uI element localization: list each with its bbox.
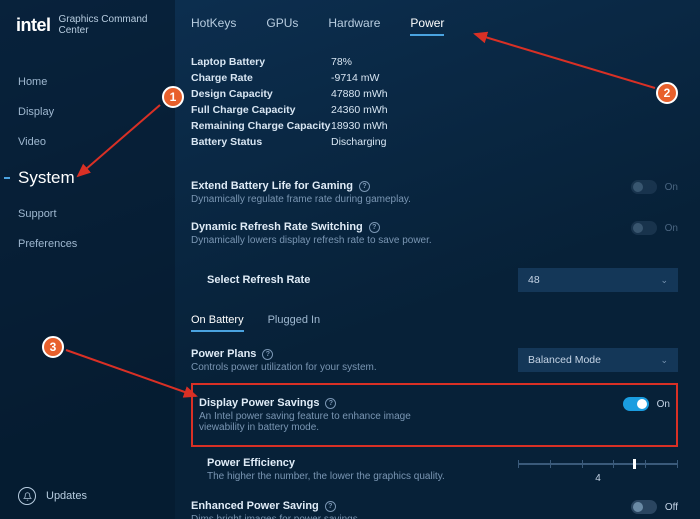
- refresh-rate-row: Select Refresh Rate 48 ⌄: [191, 254, 678, 306]
- setting-title: Power Efficiency: [207, 457, 295, 469]
- power-sub-tabs: On Battery Plugged In: [191, 306, 678, 340]
- highlight-box: Display Power Savings? An Intel power sa…: [191, 383, 678, 447]
- updates-label: Updates: [46, 490, 87, 502]
- sub-tab-on-battery[interactable]: On Battery: [191, 314, 244, 332]
- help-icon[interactable]: ?: [262, 349, 273, 360]
- setting-power-efficiency: Power Efficiency The higher the number, …: [191, 449, 678, 492]
- setting-display-power-savings: Display Power Savings? An Intel power sa…: [199, 389, 670, 441]
- top-tabs: HotKeys GPUs Hardware Power: [191, 0, 678, 46]
- tab-gpus[interactable]: GPUs: [266, 16, 298, 36]
- setting-desc: Dynamically regulate frame rate during g…: [191, 194, 451, 205]
- toggle-enhanced-power-saving[interactable]: [631, 500, 657, 514]
- sidebar-item-video[interactable]: Video: [0, 128, 175, 156]
- setting-title: Extend Battery Life for Gaming: [191, 180, 353, 192]
- setting-title: Power Plans: [191, 348, 256, 360]
- help-icon[interactable]: ?: [359, 181, 370, 192]
- sidebar-item-system[interactable]: System: [0, 158, 175, 198]
- info-value: 47880 mWh: [331, 86, 388, 102]
- help-icon[interactable]: ?: [325, 501, 336, 512]
- setting-desc: Controls power utilization for your syst…: [191, 362, 451, 373]
- slider-thumb[interactable]: [633, 459, 636, 469]
- app-root: intel Graphics Command Center Home Displ…: [0, 0, 700, 519]
- setting-title: Dynamic Refresh Rate Switching: [191, 221, 363, 233]
- setting-desc: Dims bright images for power savings.: [191, 514, 451, 519]
- sub-tab-plugged-in[interactable]: Plugged In: [268, 314, 321, 332]
- setting-desc: Dynamically lowers display refresh rate …: [191, 235, 451, 246]
- setting-dynamic-refresh: Dynamic Refresh Rate Switching? Dynamica…: [191, 213, 678, 254]
- help-icon[interactable]: ?: [325, 398, 336, 409]
- info-value: Discharging: [331, 134, 386, 150]
- info-label: Full Charge Capacity: [191, 102, 331, 118]
- sidebar-item-home[interactable]: Home: [0, 68, 175, 96]
- info-label: Charge Rate: [191, 70, 331, 86]
- help-icon[interactable]: ?: [369, 222, 380, 233]
- brand-logo: intel: [16, 15, 51, 36]
- select-value: Balanced Mode: [528, 354, 601, 366]
- sidebar-item-preferences[interactable]: Preferences: [0, 230, 175, 258]
- info-label: Laptop Battery: [191, 54, 331, 70]
- info-label: Battery Status: [191, 134, 331, 150]
- chevron-down-icon: ⌄: [660, 275, 668, 286]
- toggle-label: On: [665, 182, 678, 193]
- sidebar-item-support[interactable]: Support: [0, 200, 175, 228]
- toggle-label: On: [657, 399, 670, 410]
- brand-row: intel Graphics Command Center: [0, 14, 175, 58]
- sidebar-item-display[interactable]: Display: [0, 98, 175, 126]
- power-plans-select[interactable]: Balanced Mode ⌄: [518, 348, 678, 372]
- setting-title: Enhanced Power Saving: [191, 500, 319, 512]
- battery-info: Laptop Battery78% Charge Rate-9714 mW De…: [191, 46, 678, 164]
- sidebar: intel Graphics Command Center Home Displ…: [0, 0, 175, 519]
- setting-extend-battery: Extend Battery Life for Gaming? Dynamica…: [191, 172, 678, 213]
- refresh-rate-label: Select Refresh Rate: [191, 274, 310, 286]
- setting-enhanced-power-saving: Enhanced Power Saving? Dims bright image…: [191, 492, 678, 519]
- setting-title: Display Power Savings: [199, 397, 319, 409]
- power-efficiency-slider[interactable]: 4: [518, 463, 678, 484]
- select-value: 48: [528, 274, 540, 286]
- toggle-extend-battery[interactable]: [631, 180, 657, 194]
- app-title: Graphics Command Center: [59, 14, 159, 36]
- toggle-dynamic-refresh[interactable]: [631, 221, 657, 235]
- chevron-down-icon: ⌄: [660, 355, 668, 366]
- toggle-display-power-savings[interactable]: [623, 397, 649, 411]
- info-value: 24360 mWh: [331, 102, 388, 118]
- info-value: 18930 mWh: [331, 118, 388, 134]
- tab-power[interactable]: Power: [410, 16, 444, 36]
- sidebar-footer[interactable]: Updates: [0, 473, 175, 519]
- info-label: Design Capacity: [191, 86, 331, 102]
- setting-desc: An Intel power saving feature to enhance…: [199, 411, 459, 433]
- refresh-rate-select[interactable]: 48 ⌄: [518, 268, 678, 292]
- sidebar-nav: Home Display Video System Support Prefer…: [0, 68, 175, 258]
- bell-icon: [18, 487, 36, 505]
- info-label: Remaining Charge Capacity: [191, 118, 331, 134]
- slider-value: 4: [518, 473, 678, 484]
- toggle-label: Off: [665, 502, 678, 513]
- main-content: HotKeys GPUs Hardware Power Laptop Batte…: [175, 0, 700, 519]
- setting-power-plans: Power Plans? Controls power utilization …: [191, 340, 678, 381]
- info-value: -9714 mW: [331, 70, 379, 86]
- info-value: 78%: [331, 54, 352, 70]
- tab-hotkeys[interactable]: HotKeys: [191, 16, 236, 36]
- tab-hardware[interactable]: Hardware: [328, 16, 380, 36]
- toggle-label: On: [665, 223, 678, 234]
- setting-desc: The higher the number, the lower the gra…: [207, 471, 467, 482]
